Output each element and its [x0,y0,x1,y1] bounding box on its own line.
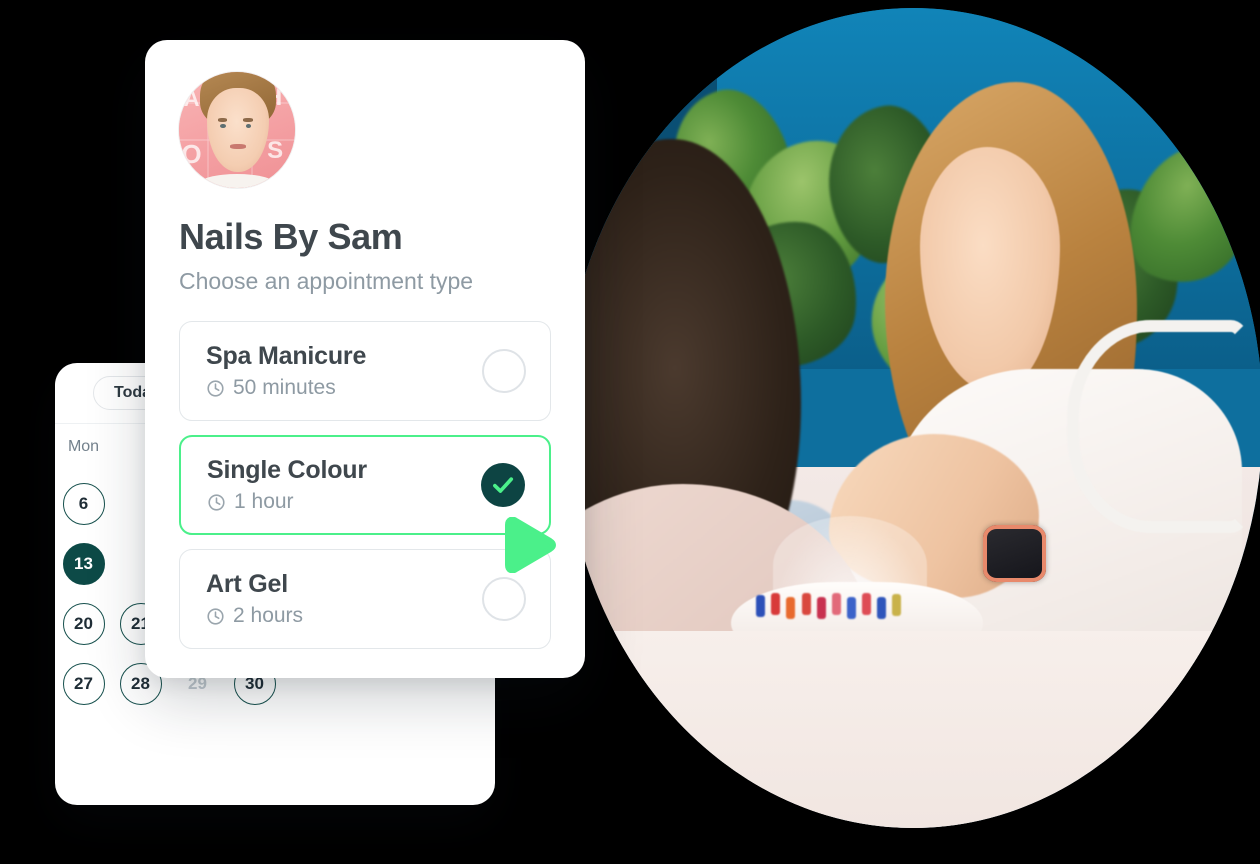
option-name: Spa Manicure [206,342,367,370]
option-texts: Single Colour 1 hour [207,456,481,514]
calendar-day-27[interactable]: 27 [62,663,105,705]
page-title: Nails By Sam [179,216,403,257]
calendar-day-selected[interactable]: 13 [62,543,105,585]
photo-smartwatch [983,524,1046,582]
clock-icon [206,607,225,626]
option-duration: 50 minutes [206,376,482,400]
calendar-day-cell: 6 [55,483,112,525]
appointment-option-spa-manicure[interactable]: Spa Manicure 50 minutes [179,321,551,421]
appointment-options-list: Spa Manicure 50 minutes Single Colour 1 h… [179,321,551,649]
option-duration: 2 hours [206,604,482,628]
calendar-day-cell: 27 [55,663,112,705]
option-duration-label: 2 hours [233,604,304,627]
avatar-mouth [230,143,247,149]
option-duration: 1 hour [207,490,481,514]
photo-content [563,8,1260,828]
calendar-day-6[interactable]: 6 [62,483,105,525]
avatar-neon-letter: S [267,136,284,164]
option-radio-icon[interactable] [482,349,526,393]
pointer-cursor [500,516,556,574]
photo-lamp [1067,319,1249,533]
page-subtitle: Choose an appointment type [179,268,474,294]
option-duration-label: 50 minutes [233,376,336,399]
appointment-option-art-gel[interactable]: Art Gel 2 hours [179,549,551,649]
appointment-type-card: A H O S Nails By Sam Choose an appointme… [145,40,585,678]
option-name: Art Gel [206,570,288,598]
option-texts: Spa Manicure 50 minutes [206,342,482,400]
option-texts: Art Gel 2 hours [206,570,482,628]
nail-salon-photo [563,8,1260,828]
avatar-neon-letter: A [183,85,200,111]
avatar-shirt [199,174,275,188]
option-duration-label: 1 hour [234,490,294,513]
appointment-option-single-colour[interactable]: Single Colour 1 hour [179,435,551,535]
calendar-day-cell: 13 [55,543,112,585]
avatar-neon-letter: O [181,139,202,170]
clock-icon [206,379,225,398]
option-radio-icon[interactable] [482,577,526,621]
clock-icon [207,493,226,512]
day-name-mon: Mon [67,438,100,455]
calendar-day-cell: 20 [55,603,112,645]
page-root: Today Mon 6132021222324252627282930 A H [0,0,1260,864]
calendar-day-20[interactable]: 20 [62,603,105,645]
avatar: A H O S [179,72,295,188]
photo-table [563,631,1260,828]
option-name: Single Colour [207,456,367,484]
option-radio-checked-icon[interactable] [481,463,525,507]
